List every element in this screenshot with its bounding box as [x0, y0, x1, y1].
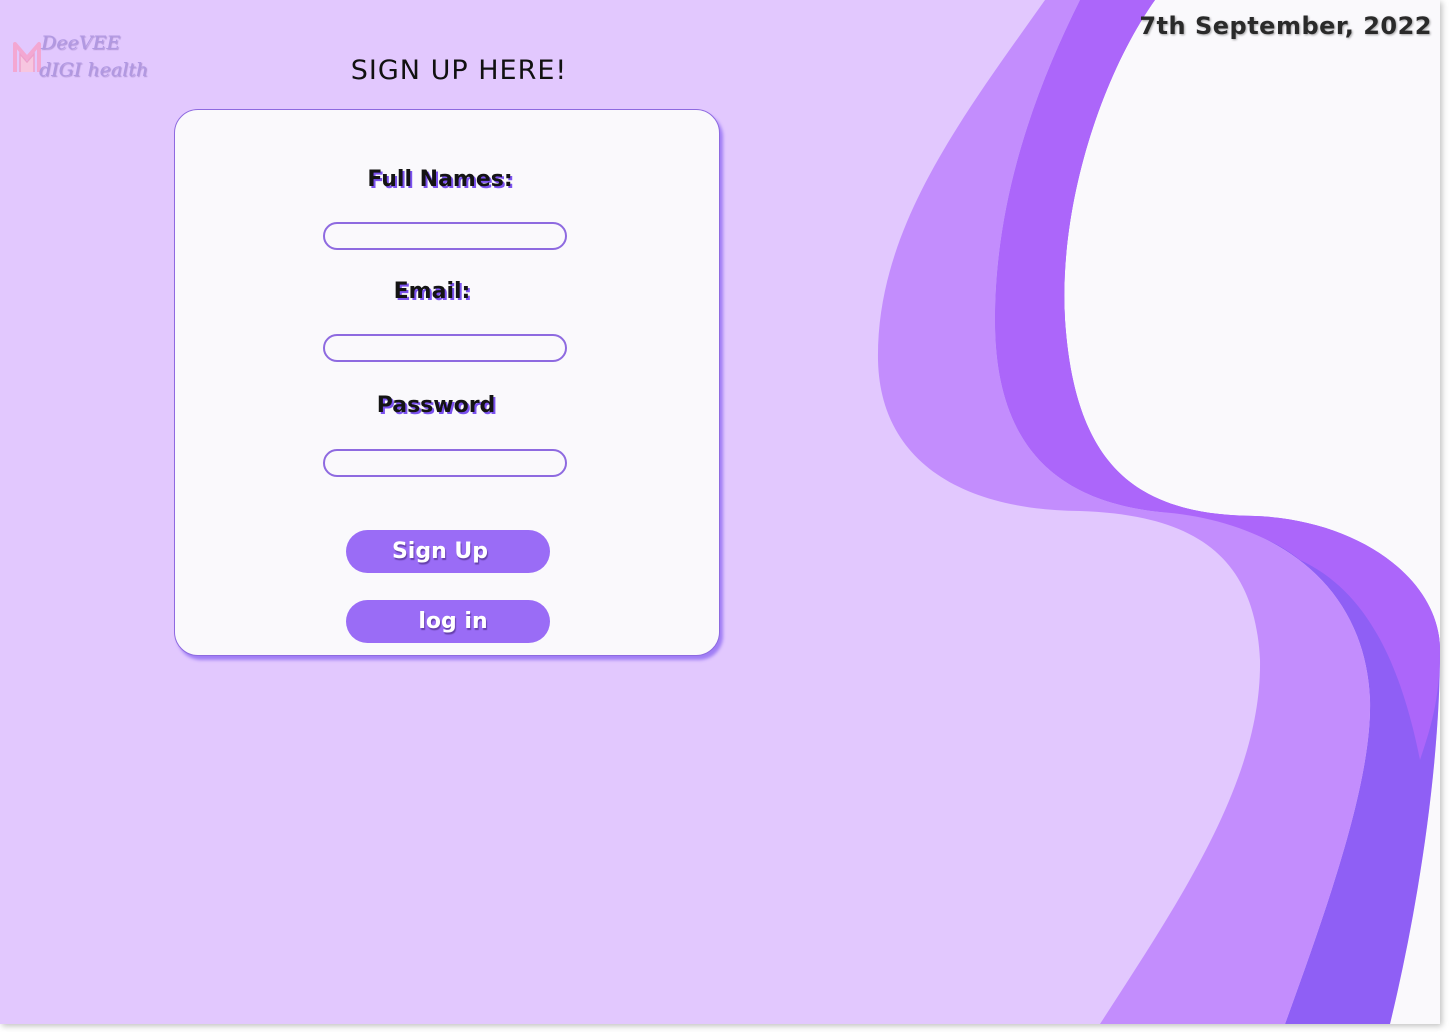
sign-up-button-label: Sign Up	[391, 539, 489, 564]
current-date: 7th September, 2022	[1139, 12, 1432, 40]
full-names-label: Full Names:	[367, 167, 513, 192]
password-label: Password	[376, 393, 496, 418]
email-label: Email:	[393, 279, 471, 304]
signup-form-card: Full Names: Email: Password Sign Up log …	[174, 109, 720, 656]
logo-text-line-1: DeeVEE	[41, 32, 121, 54]
email-input[interactable]	[323, 334, 567, 362]
full-names-input[interactable]	[323, 222, 567, 250]
log-in-button-label: log in	[418, 609, 488, 634]
signup-page: DeeVEE dIGI health 7th September, 2022 S…	[0, 0, 1440, 1024]
sign-up-button[interactable]: Sign Up	[346, 530, 550, 573]
page-title: SIGN UP HERE!	[350, 55, 568, 86]
brand-logo[interactable]: DeeVEE dIGI health	[12, 32, 148, 86]
logo-text-line-2: dIGI health	[39, 59, 149, 81]
logo-mark-icon	[13, 42, 41, 72]
log-in-button[interactable]: log in	[346, 600, 550, 643]
password-input[interactable]	[323, 449, 567, 477]
